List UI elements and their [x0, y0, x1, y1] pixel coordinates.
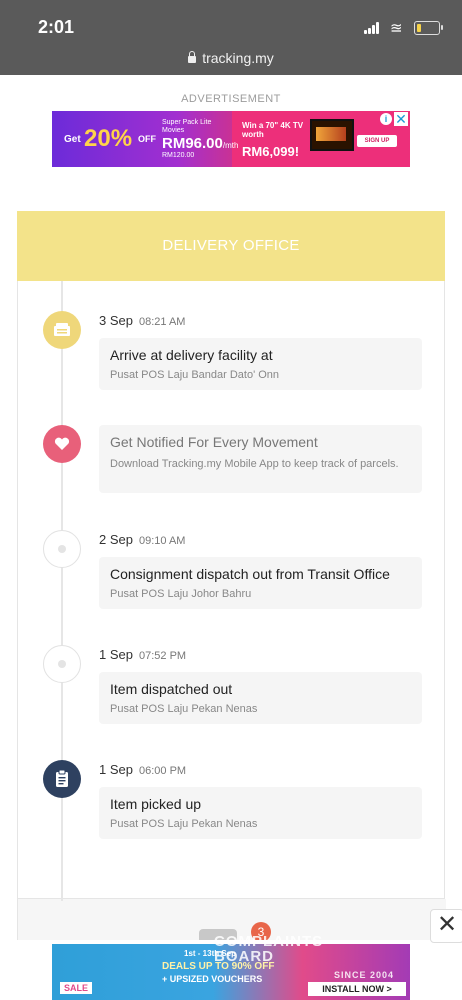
- ad-vouchers-text: + UPSIZED VOUCHERS: [162, 974, 263, 984]
- ad-price: RM96.00/mth: [162, 135, 239, 152]
- event-location: Pusat POS Laju Johor Bahru: [110, 588, 252, 600]
- timeline-event: Arrive at delivery facility at Pusat POS…: [99, 338, 422, 390]
- timeline-event: Item dispatched out Pusat POS Laju Pekan…: [99, 672, 422, 724]
- ad-tv-price: RM6,099!: [242, 144, 300, 159]
- ad-pack-text: Super Pack Lite Movies: [162, 119, 212, 134]
- promo-text: Download Tracking.my Mobile App to keep …: [110, 458, 399, 470]
- ad-info-icon[interactable]: i: [380, 113, 392, 125]
- wifi-icon: ≊: [390, 20, 403, 37]
- event-title: Arrive at delivery facility at: [110, 347, 273, 363]
- event-location: Pusat POS Laju Pekan Nenas: [110, 818, 258, 830]
- ad-win-text: Win a 70" 4K TV worth: [242, 121, 304, 139]
- signal-icon: [364, 22, 382, 34]
- event-location: Pusat POS Laju Pekan Nenas: [110, 703, 258, 715]
- dot-icon: [43, 530, 81, 568]
- app-promo-card[interactable]: Get Notified For Every Movement Download…: [99, 425, 422, 493]
- ad-sale-logo: SALE: [60, 982, 93, 994]
- watermark: COMPLAINTS BOARD SINCE 2004: [214, 933, 395, 980]
- event-date: 1 Sep 06:00 PM: [99, 762, 187, 777]
- close-ad-icon[interactable]: ✕: [430, 909, 462, 943]
- status-bar: 2:01 ≊ tracking.my: [0, 0, 462, 75]
- event-title: Consignment dispatch out from Transit Of…: [110, 566, 390, 582]
- ad-percent: 20%: [84, 125, 133, 152]
- event-title: Item picked up: [110, 796, 202, 812]
- event-title: Item dispatched out: [110, 681, 233, 697]
- status-time: 2:01: [38, 17, 75, 37]
- event-location: Pusat POS Laju Bandar Dato' Onn: [110, 369, 280, 381]
- timeline-event: Item picked up Pusat POS Laju Pekan Nena…: [99, 787, 422, 839]
- advertisement-banner[interactable]: Get 20% OFF Super Pack Lite Movies RM96.…: [52, 111, 410, 167]
- timeline-event: Consignment dispatch out from Transit Of…: [99, 557, 422, 609]
- event-date: 2 Sep 09:10 AM: [99, 532, 186, 547]
- lock-icon: [188, 51, 197, 63]
- event-date: 1 Sep 07:52 PM: [99, 647, 187, 662]
- battery-icon: [414, 21, 443, 35]
- event-date: 3 Sep 08:21 AM: [99, 313, 186, 328]
- ad-get-text: Get: [64, 134, 81, 145]
- building-icon: [43, 311, 81, 349]
- timeline-line: [61, 281, 63, 901]
- ad-was-price: RM120.00: [162, 152, 195, 159]
- heart-icon: [43, 425, 81, 463]
- dot-icon: [43, 645, 81, 683]
- install-now-button[interactable]: INSTALL NOW >: [308, 982, 406, 996]
- url-bar[interactable]: tracking.my: [0, 50, 462, 66]
- ad-off-text: OFF: [138, 134, 156, 144]
- delivery-office-header: DELIVERY OFFICE: [17, 211, 445, 281]
- ad-close-icon[interactable]: ✕: [394, 112, 408, 126]
- ad-signup-button[interactable]: SIGN UP: [357, 135, 397, 147]
- clipboard-icon: [43, 760, 81, 798]
- advertisement-label: ADVERTISEMENT: [181, 93, 281, 105]
- promo-title: Get Notified For Every Movement: [110, 434, 318, 450]
- url-text: tracking.my: [202, 50, 274, 66]
- tv-image: [310, 119, 354, 151]
